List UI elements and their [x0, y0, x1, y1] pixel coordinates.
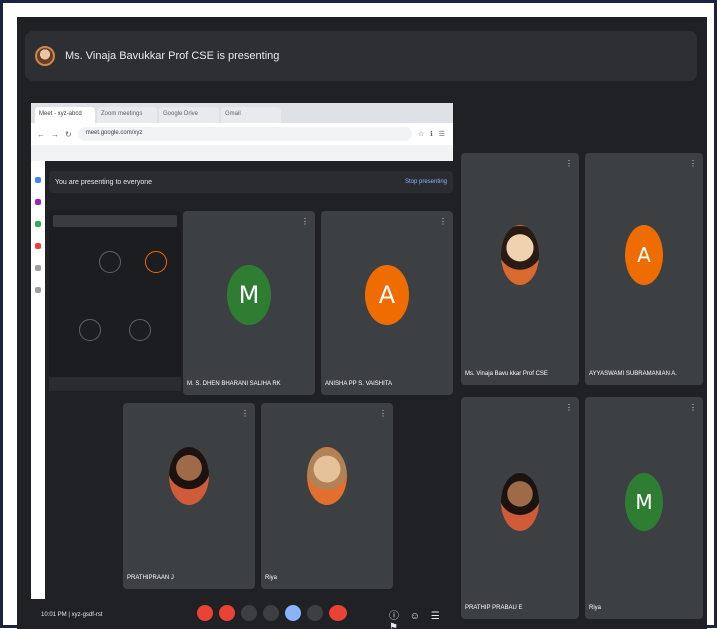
participant-tile[interactable]: ⋮ Riya [261, 403, 393, 589]
nested-avatar [129, 319, 151, 341]
participant-photo [307, 447, 347, 505]
present-button[interactable] [285, 605, 301, 621]
tile-menu-icon[interactable]: ⋮ [379, 409, 387, 418]
avatar-initial: M [227, 265, 271, 325]
tile-menu-icon[interactable]: ⋮ [439, 217, 447, 226]
inner-meet-view: You are presenting to everyone Stop pres… [45, 161, 453, 599]
call-controls [197, 605, 347, 621]
nested-avatar [145, 251, 167, 273]
app-shortcut-icon[interactable] [35, 221, 41, 227]
participant-tile[interactable]: ⋮ M M. S. DHEN BHARANI SALIHA RK [183, 211, 315, 395]
participant-name: Riya [265, 575, 278, 581]
browser-tab[interactable]: Gmail [221, 107, 281, 123]
tile-menu-icon[interactable]: ⋮ [241, 409, 249, 418]
browser-side-rail [31, 161, 45, 599]
participant-tile[interactable]: ⋮ Ms. Vinaja Bavu kkar Prof CSE [461, 153, 579, 385]
tile-menu-icon[interactable]: ⋮ [565, 159, 573, 168]
address-bar[interactable]: meet.google.com/xyz [77, 127, 412, 141]
nested-footer [49, 377, 181, 391]
tile-menu-icon[interactable]: ⋮ [689, 159, 697, 168]
inner-presenting-bar: You are presenting to everyone Stop pres… [49, 171, 453, 193]
meeting-info: 10:01 PM | xyz-gsdf-rst [41, 612, 103, 618]
nested-header [53, 215, 177, 227]
app-shortcut-icon[interactable] [35, 287, 41, 293]
participant-name: M. S. DHEN BHARANI SALIHA RK [187, 381, 281, 387]
address-bar-row: ← → ↻ meet.google.com/xyz ☆ ℹ ☰ [31, 123, 453, 145]
forward-icon[interactable]: → [51, 130, 59, 139]
reload-icon[interactable]: ↻ [65, 130, 72, 139]
participant-photo [501, 225, 539, 285]
screenshot-frame: Ms. Vinaja Bavukkar Prof CSE is presenti… [0, 0, 717, 629]
tile-menu-icon[interactable]: ⋮ [301, 217, 309, 226]
participant-tile[interactable]: ⋮ PRATHIP PRABAU E [461, 397, 579, 619]
participant-name: Ms. Vinaja Bavu kkar Prof CSE [465, 371, 548, 377]
participant-name: PRATHIPRAAN J [127, 575, 174, 581]
shared-screen: Meet - xyz-abcd Zoom meetings Google Dri… [31, 103, 453, 599]
participant-name: PRATHIP PRABAU E [465, 605, 523, 611]
participant-tile[interactable]: ⋮ PRATHIPRAAN J [123, 403, 255, 589]
participant-tile[interactable]: ⋮ M Riya [585, 397, 703, 619]
avatar-initial: A [365, 265, 409, 325]
participant-name: ANISHA PP S. VAISHITA [325, 381, 393, 387]
stop-presenting-button[interactable]: Stop presenting [405, 179, 447, 185]
browser-extension-icons[interactable]: ☆ ℹ ☰ [418, 130, 447, 138]
raise-hand-button[interactable] [263, 605, 279, 621]
back-icon[interactable]: ← [37, 130, 45, 139]
meet-control-bar: 10:01 PM | xyz-gsdf-rst ⓘ ☺ ☰ ⚑ [31, 603, 453, 629]
browser-tab-strip: Meet - xyz-abcd Zoom meetings Google Dri… [31, 103, 453, 123]
tile-menu-icon[interactable]: ⋮ [689, 403, 697, 412]
nested-avatar [79, 319, 101, 341]
tile-menu-icon[interactable]: ⋮ [565, 403, 573, 412]
app-shortcut-icon[interactable] [35, 243, 41, 249]
participant-tile[interactable]: ⋮ A AYYASWAMI SUBRAMANIAN A. [585, 153, 703, 385]
nested-avatar [99, 251, 121, 273]
browser-tab[interactable]: Zoom meetings [97, 107, 157, 123]
participant-photo [501, 473, 539, 531]
side-panel-icons[interactable]: ⓘ ☺ ☰ ⚑ [389, 607, 453, 629]
avatar-initial: M [625, 473, 663, 531]
participant-tile[interactable]: ⋮ A ANISHA PP S. VAISHITA [321, 211, 453, 395]
presenting-banner: Ms. Vinaja Bavukkar Prof CSE is presenti… [25, 31, 697, 81]
microphone-button[interactable] [197, 605, 213, 621]
participant-name: Riya [589, 605, 602, 611]
leave-call-button[interactable] [329, 605, 347, 621]
app-shortcut-icon[interactable] [35, 199, 41, 205]
participant-photo [169, 447, 209, 505]
more-options-button[interactable] [307, 605, 323, 621]
browser-chrome: Meet - xyz-abcd Zoom meetings Google Dri… [31, 103, 453, 161]
browser-tab[interactable]: Meet - xyz-abcd [35, 107, 95, 123]
browser-tab[interactable]: Google Drive [159, 107, 219, 123]
presenting-text: Ms. Vinaja Bavukkar Prof CSE is presenti… [65, 50, 280, 62]
presenter-avatar [35, 46, 55, 66]
app-shortcut-icon[interactable] [35, 265, 41, 271]
avatar-initial: A [625, 225, 663, 285]
participant-name: AYYASWAMI SUBRAMANIAN A. [589, 371, 677, 377]
app-shortcut-icon[interactable] [35, 177, 41, 183]
meet-window: Ms. Vinaja Bavukkar Prof CSE is presenti… [17, 17, 707, 629]
captions-button[interactable] [241, 605, 257, 621]
camera-button[interactable] [219, 605, 235, 621]
nested-screen-preview [49, 211, 181, 391]
inner-bar-title: You are presenting to everyone [55, 178, 153, 186]
